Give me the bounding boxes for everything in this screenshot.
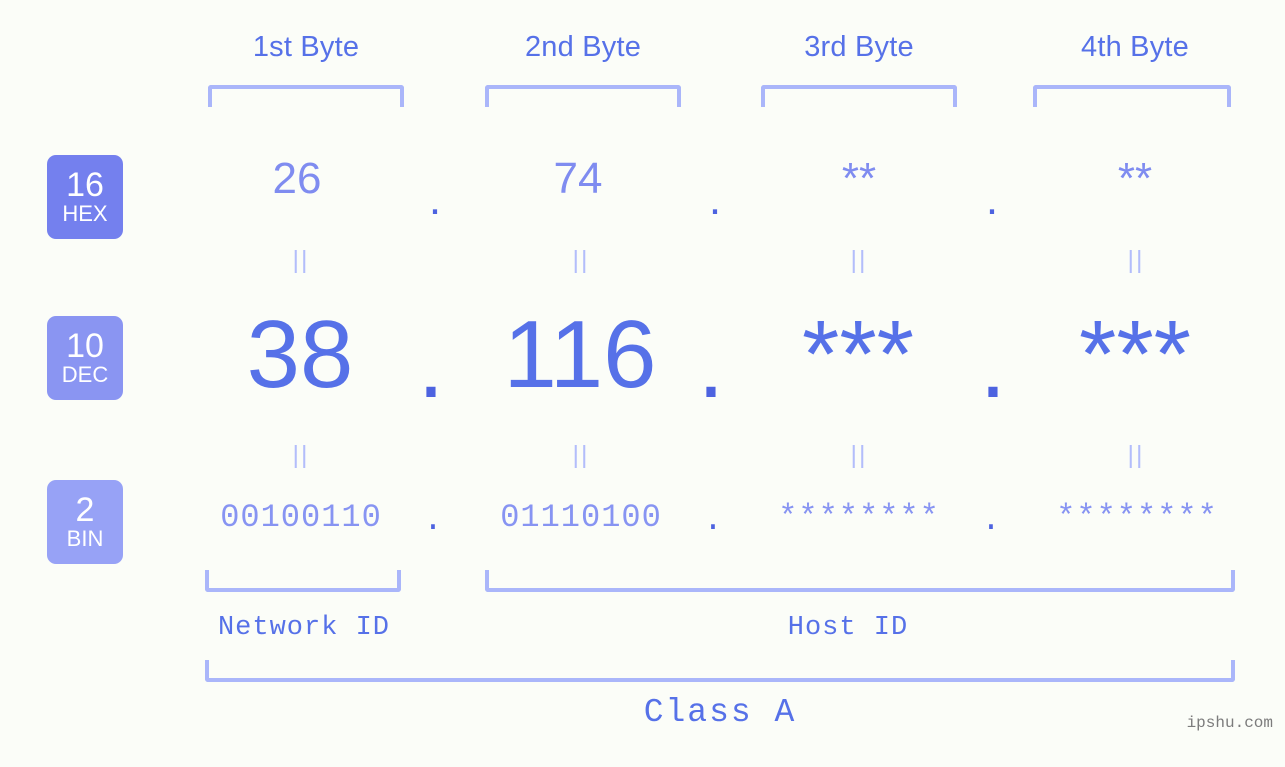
dec-separator-3: .: [979, 311, 1007, 418]
ip-address-diagram: 1st Byte 2nd Byte 3rd Byte 4th Byte 16 H…: [0, 0, 1285, 767]
hex-octet-2: 74: [553, 154, 603, 203]
byte-label-4: 4th Byte: [1081, 31, 1189, 63]
dec-octet-4: ***: [1078, 301, 1192, 408]
equals-connector-hex-dec-3: ||: [850, 246, 868, 274]
byte-bracket-1: [208, 85, 404, 107]
hex-separator-1: .: [428, 175, 442, 224]
equals-connector-hex-dec-2: ||: [572, 246, 590, 274]
equals-connector-dec-bin-4: ||: [1127, 441, 1145, 469]
byte-bracket-3: [761, 85, 957, 107]
network-id-bracket: [205, 570, 401, 592]
dec-separator-1: .: [417, 311, 445, 418]
bin-separator-2: .: [703, 502, 723, 539]
hex-octet-3: **: [841, 154, 877, 203]
class-bracket: [205, 660, 1235, 682]
bin-octet-3: ********: [778, 499, 940, 536]
byte-label-1: 1st Byte: [252, 31, 360, 63]
hex-separator-3: .: [985, 175, 999, 224]
bin-separator-3: .: [981, 502, 1001, 539]
class-label: Class A: [643, 694, 797, 731]
byte-label-3: 3rd Byte: [804, 31, 914, 63]
byte-bracket-4: [1033, 85, 1231, 107]
byte-bracket-2: [485, 85, 681, 107]
dec-octet-3: ***: [801, 301, 915, 408]
dec-octet-2: 116: [503, 301, 657, 408]
bin-separator-1: .: [423, 502, 443, 539]
network-id-label: Network ID: [217, 613, 391, 643]
hex-separator-2: .: [708, 175, 722, 224]
bin-octet-4: ********: [1056, 499, 1218, 536]
hex-octet-1: 26: [272, 154, 322, 203]
dec-separator-2: .: [697, 311, 725, 418]
equals-connector-dec-bin-2: ||: [572, 441, 590, 469]
hex-row: 26 . 74 . ** . **: [0, 150, 1285, 230]
host-id-bracket: [485, 570, 1235, 592]
byte-label-2: 2nd Byte: [524, 31, 642, 63]
dec-row: 38 . 116 . *** . ***: [0, 300, 1285, 418]
bin-octet-1: 00100110: [220, 499, 382, 536]
equals-connector-hex-dec-1: ||: [292, 246, 310, 274]
equals-connector-hex-dec-4: ||: [1127, 246, 1145, 274]
watermark: ipshu.com: [1186, 714, 1273, 732]
dec-octet-1: 38: [246, 301, 354, 408]
equals-connector-dec-bin-1: ||: [292, 441, 310, 469]
host-id-label: Host ID: [787, 613, 909, 643]
bin-row: 00100110 . 01110100 . ******** . *******…: [0, 495, 1285, 547]
hex-octet-4: **: [1117, 154, 1153, 203]
bin-octet-2: 01110100: [500, 499, 662, 536]
equals-connector-dec-bin-3: ||: [850, 441, 868, 469]
